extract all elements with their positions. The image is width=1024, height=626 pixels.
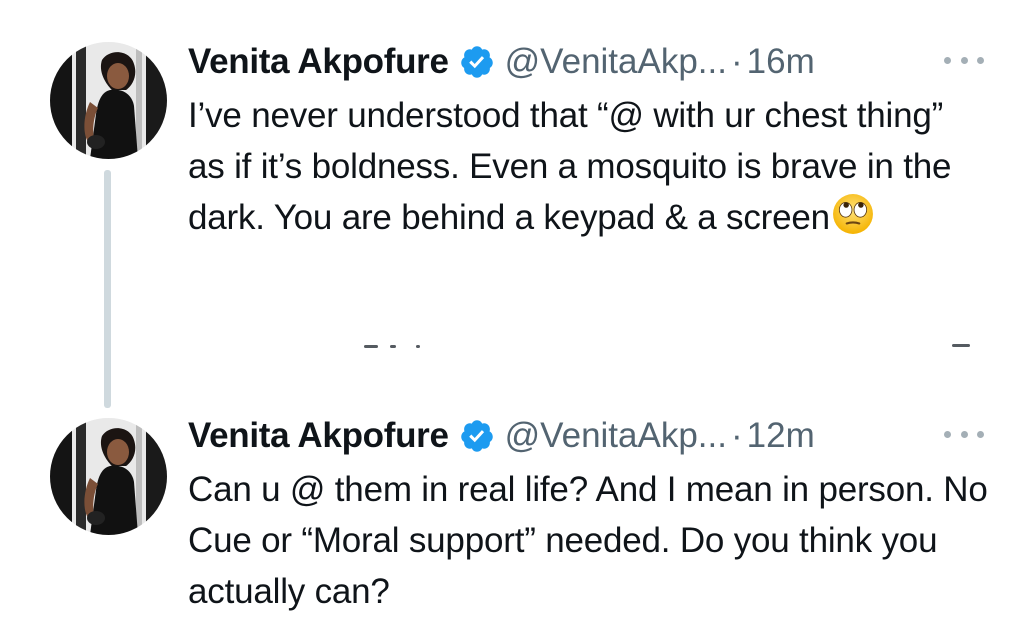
- author-handle[interactable]: @VenitaAkp...: [505, 38, 727, 86]
- dot: [960, 56, 968, 64]
- dot: [944, 430, 951, 438]
- rolling-eyes-emoji-icon: [832, 194, 873, 234]
- verified-badge-icon: [460, 46, 493, 78]
- dot: [977, 56, 984, 64]
- tweet-text: I’ve never understood that “@ with ur ch…: [188, 90, 988, 243]
- tweet-content: Venita Akpofure @VenitaAkp... · 16m I’ve…: [188, 38, 984, 243]
- timestamp[interactable]: 12m: [747, 412, 815, 460]
- author-name[interactable]: Venita Akpofure: [188, 38, 449, 86]
- avatar[interactable]: [50, 42, 167, 159]
- dot-separator: ·: [730, 416, 743, 455]
- tweet[interactable]: Venita Akpofure @VenitaAkp... · 16m I’ve…: [0, 0, 1024, 360]
- tweet[interactable]: Venita Akpofure @VenitaAkp... · 12m Can …: [0, 390, 1024, 626]
- avatar[interactable]: [50, 418, 167, 535]
- verified-badge-icon: [460, 420, 493, 452]
- tweet-header: Venita Akpofure @VenitaAkp... · 16m: [188, 38, 984, 86]
- tweet-content: Venita Akpofure @VenitaAkp... · 12m Can …: [188, 412, 988, 617]
- tweet-text-body: Can u @ them in real life? And I mean in…: [188, 470, 988, 611]
- tweet-header: Venita Akpofure @VenitaAkp... · 12m: [188, 412, 984, 460]
- author-handle[interactable]: @VenitaAkp...: [505, 412, 727, 460]
- tweet-text: Can u @ them in real life? And I mean in…: [188, 464, 988, 617]
- scan-artifact: [416, 345, 420, 348]
- dot: [944, 56, 951, 64]
- scan-artifact: [952, 344, 970, 347]
- dot: [960, 430, 968, 438]
- timestamp[interactable]: 16m: [747, 38, 815, 86]
- tweet-thread: Venita Akpofure @VenitaAkp... · 16m I’ve…: [0, 0, 1024, 626]
- author-name[interactable]: Venita Akpofure: [188, 412, 449, 460]
- more-options-icon[interactable]: [944, 422, 984, 446]
- more-options-icon[interactable]: [944, 48, 984, 72]
- avatar-photo: [50, 418, 167, 535]
- avatar-photo: [50, 42, 167, 159]
- dot: [977, 430, 984, 438]
- dot-separator: ·: [730, 42, 743, 81]
- scan-artifact: [390, 345, 396, 348]
- scan-artifact: [364, 345, 378, 348]
